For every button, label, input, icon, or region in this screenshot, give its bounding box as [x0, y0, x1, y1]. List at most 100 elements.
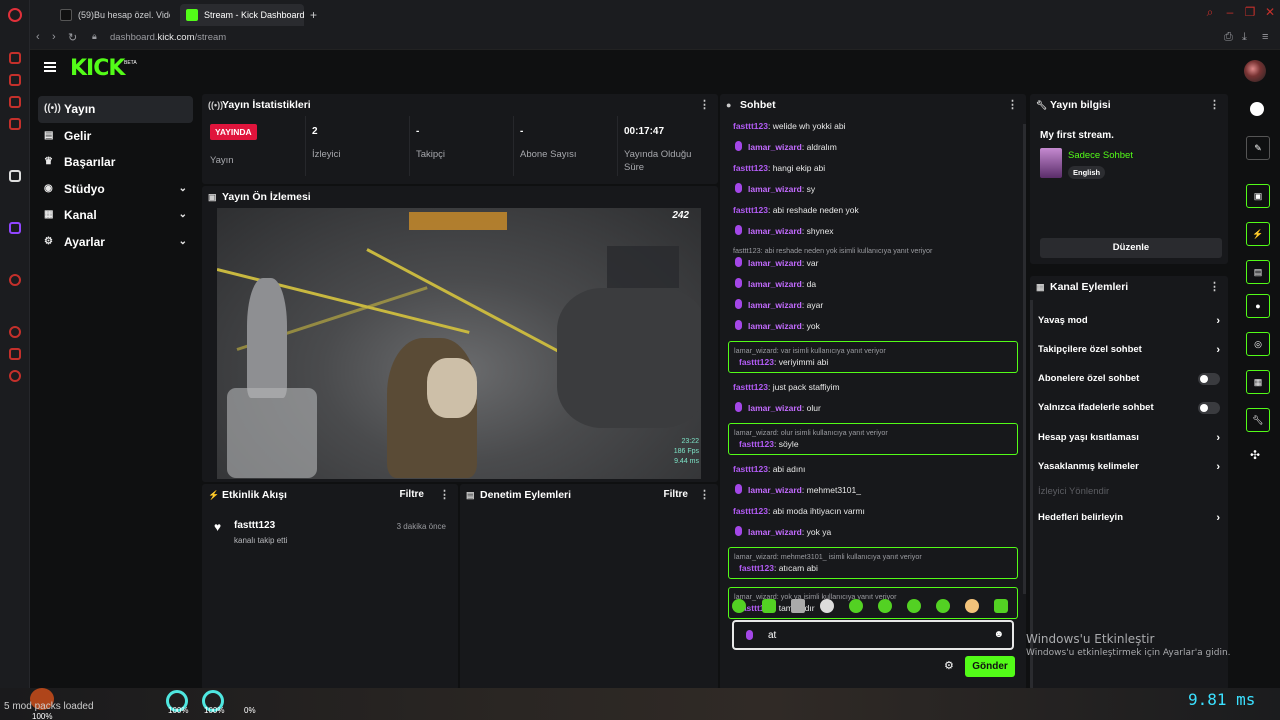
- close-icon[interactable]: ✕: [1264, 6, 1276, 18]
- clock-icon[interactable]: [9, 326, 21, 338]
- chat-username[interactable]: lamar_wizard: [748, 527, 802, 537]
- sidebar-item-gelir[interactable]: ▤ Gelir: [38, 123, 193, 150]
- sidebar-item-kanal[interactable]: ▦ Kanal ⌄: [38, 202, 193, 229]
- chat-username[interactable]: fasttt123: [733, 382, 768, 392]
- messenger-icon[interactable]: [9, 96, 21, 108]
- sidebar-item-ayarlar[interactable]: ⚙ Ayarlar ⌄: [38, 229, 193, 256]
- stats-widget-icon[interactable]: ▣: [1246, 184, 1270, 208]
- chat-username[interactable]: lamar_wizard: [748, 279, 802, 289]
- stream-preview-video[interactable]: 23:22 186 Fps 9.44 ms 242: [217, 208, 701, 479]
- url-field[interactable]: dashboard.kick.com/stream: [110, 32, 226, 43]
- add-widget-icon[interactable]: ✣: [1250, 448, 1260, 462]
- chat-username[interactable]: lamar_wizard: [748, 226, 802, 236]
- more-options-icon[interactable]: ⋮: [699, 484, 710, 506]
- more-options-icon[interactable]: ⋮: [439, 484, 450, 506]
- kick-logo[interactable]: KICK: [70, 56, 125, 81]
- chat-username[interactable]: lamar_wizard: [748, 184, 802, 194]
- emote-icon[interactable]: [732, 599, 746, 613]
- chat-widget-icon[interactable]: ●: [1246, 294, 1270, 318]
- emote-icon[interactable]: [907, 599, 921, 613]
- edit-icon[interactable]: ✎: [1246, 136, 1270, 160]
- chat-username[interactable]: lamar_wizard: [748, 403, 802, 413]
- new-tab-button[interactable]: +: [306, 4, 324, 26]
- location-icon[interactable]: [9, 274, 21, 286]
- opera-logo-icon[interactable]: [8, 8, 22, 22]
- emoji-picker-icon[interactable]: ☻: [993, 629, 1004, 640]
- maximize-icon[interactable]: ❐: [1244, 6, 1256, 18]
- settings-icon[interactable]: [9, 370, 21, 382]
- emote-icon[interactable]: [820, 599, 834, 613]
- chat-username[interactable]: lamar_wizard: [748, 485, 802, 495]
- kick-app-icon[interactable]: [9, 170, 21, 182]
- tab-kick-dashboard[interactable]: Stream - Kick Dashboard: [180, 4, 304, 26]
- database-widget-icon[interactable]: ▤: [1246, 260, 1270, 284]
- action-set-goals[interactable]: Hedefleri belirleyin ›: [1038, 509, 1220, 527]
- bolt-widget-icon[interactable]: ⚡: [1246, 222, 1270, 246]
- channel-widget-icon[interactable]: ▦: [1246, 370, 1270, 394]
- edit-button[interactable]: Düzenle: [1040, 238, 1222, 258]
- chat-input[interactable]: at ☻: [732, 620, 1014, 650]
- back-icon[interactable]: ‹: [36, 31, 40, 43]
- forward-icon[interactable]: ›: [52, 31, 56, 43]
- chat-username[interactable]: lamar_wizard: [748, 300, 802, 310]
- more-options-icon[interactable]: ⋮: [1209, 276, 1220, 298]
- action-account-age[interactable]: Hesap yaşı kısıtlaması ›: [1038, 429, 1220, 447]
- more-options-icon[interactable]: ⋮: [699, 94, 710, 116]
- hamburger-menu-icon[interactable]: [44, 62, 56, 72]
- chat-username[interactable]: fasttt123: [739, 563, 774, 573]
- sidebar-item-basarilar[interactable]: ♛ Başarılar: [38, 149, 193, 176]
- chat-reply-message[interactable]: lamar_wizard: var isimli kullanıcıya yan…: [728, 341, 1018, 373]
- filter-button[interactable]: Filtre: [400, 484, 424, 506]
- broadcast-widget-icon[interactable]: ◎: [1246, 332, 1270, 356]
- toggle-switch[interactable]: [1198, 373, 1220, 385]
- chat-username[interactable]: fasttt123: [739, 357, 774, 367]
- emote-icon[interactable]: [965, 599, 979, 613]
- info-icon[interactable]: [1250, 102, 1264, 116]
- search-icon[interactable]: ⌕: [1204, 6, 1216, 18]
- chat-reply-message[interactable]: lamar_wizard: mehmet3101_ isimli kullanı…: [728, 547, 1018, 579]
- emote-icon[interactable]: [762, 599, 776, 613]
- menu-icon[interactable]: ≡: [1262, 31, 1268, 43]
- chat-username[interactable]: fasttt123: [733, 464, 768, 474]
- chat-scrollbar[interactable]: [1023, 124, 1026, 594]
- toggle-switch[interactable]: [1198, 402, 1220, 414]
- filter-button[interactable]: Filtre: [664, 484, 688, 506]
- calendar-icon[interactable]: [9, 118, 21, 130]
- chat-username[interactable]: fasttt123: [733, 121, 768, 131]
- extension-icon[interactable]: [9, 348, 21, 360]
- minimize-icon[interactable]: –: [1224, 6, 1236, 18]
- action-followers-only[interactable]: Takipçilere özel sohbet ›: [1038, 341, 1220, 359]
- action-banned-words[interactable]: Yasaklanmış kelimeler ›: [1038, 458, 1220, 476]
- chat-username[interactable]: fasttt123: [733, 506, 768, 516]
- twitch-icon[interactable]: [9, 222, 21, 234]
- action-slow-mode[interactable]: Yavaş mod ›: [1038, 312, 1220, 330]
- chat-username[interactable]: fasttt123: [733, 163, 768, 173]
- emote-icon[interactable]: [849, 599, 863, 613]
- chat-username[interactable]: lamar_wizard: [748, 321, 802, 331]
- chat-username[interactable]: lamar_wizard: [748, 142, 802, 152]
- more-options-icon[interactable]: ⋮: [1007, 94, 1018, 116]
- emote-icon[interactable]: [936, 599, 950, 613]
- history-icon[interactable]: [9, 52, 21, 64]
- emote-icon[interactable]: [878, 599, 892, 613]
- chat-username[interactable]: fasttt123: [739, 439, 774, 449]
- chat-reply-message[interactable]: lamar_wizard: olur isimli kullanıcıya ya…: [728, 423, 1018, 455]
- user-avatar[interactable]: [1244, 60, 1266, 82]
- emote-icon[interactable]: [994, 599, 1008, 613]
- category-label[interactable]: Sadece Sohbet: [1068, 150, 1133, 161]
- reload-icon[interactable]: ↻: [68, 31, 77, 44]
- wrench-widget-icon[interactable]: 🔧︎: [1246, 408, 1270, 432]
- sidebar-item-yayin[interactable]: ((•)) Yayın: [38, 96, 193, 123]
- sidebar-item-studyo[interactable]: ◉ Stüdyo ⌄: [38, 176, 193, 203]
- download-icon[interactable]: ⤓: [1242, 31, 1247, 44]
- action-emotes-only[interactable]: Yalnızca ifadelerle sohbet: [1038, 399, 1220, 417]
- chat-username[interactable]: lamar_wizard: [748, 258, 802, 268]
- action-subscribers-only[interactable]: Abonelere özel sohbet: [1038, 370, 1220, 388]
- emote-icon[interactable]: [791, 599, 805, 613]
- tab-tiktok[interactable]: (59)Bu hesap özel. Video: [54, 4, 170, 26]
- snapshot-icon[interactable]: ⎙: [1224, 31, 1233, 44]
- send-button[interactable]: Gönder: [965, 656, 1015, 677]
- chat-username[interactable]: fasttt123: [733, 205, 768, 215]
- more-options-icon[interactable]: ⋮: [1209, 94, 1220, 116]
- bag-icon[interactable]: [9, 74, 21, 86]
